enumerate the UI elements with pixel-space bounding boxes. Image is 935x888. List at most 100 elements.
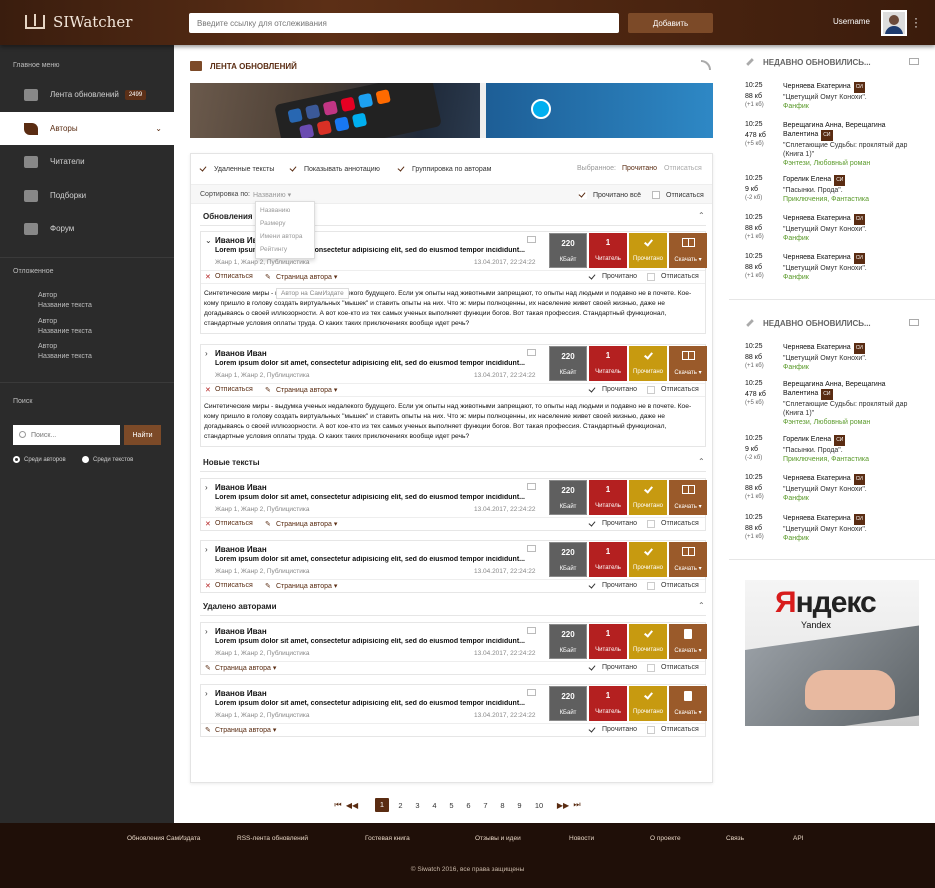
read-checkbox[interactable] bbox=[589, 273, 596, 280]
author-page-link[interactable]: Страница автора ▾ bbox=[276, 386, 337, 394]
card-text-title[interactable]: Lorem ipsum dolor sit amet, consectetur … bbox=[215, 494, 545, 501]
option-deleted[interactable]: Удаленные тексты bbox=[200, 165, 274, 173]
add-button[interactable]: Добавить bbox=[628, 13, 713, 33]
selected-unsub-link[interactable]: Отписаться bbox=[664, 165, 702, 172]
sort-option[interactable]: Рейтингу bbox=[256, 243, 314, 256]
share-icon[interactable] bbox=[527, 349, 536, 356]
card-text-title[interactable]: Lorem ipsum dolor sit amet, consectetur … bbox=[215, 700, 545, 707]
entry-title[interactable]: "Сплетающие Судьбы: проклятый дар (Книга… bbox=[783, 400, 923, 418]
download-tile[interactable]: Скачать ▾ bbox=[669, 686, 707, 721]
entry-title[interactable]: "Цветущий Омут Конохи". bbox=[783, 264, 923, 273]
close-icon[interactable]: ✕ bbox=[205, 520, 211, 528]
reader-tile[interactable]: 1 Читатель bbox=[589, 542, 627, 577]
chevron-down-icon[interactable]: ⌄ bbox=[205, 236, 212, 245]
chevron-right-icon[interactable]: › bbox=[205, 627, 208, 636]
card-author[interactable]: Иванов Иван bbox=[215, 483, 267, 492]
option-group[interactable]: Группировка по авторам bbox=[398, 165, 491, 173]
page-button[interactable]: 4 bbox=[426, 801, 443, 810]
card-text-title[interactable]: Lorem ipsum dolor sit amet, consectetur … bbox=[215, 360, 545, 367]
page-button[interactable]: 7 bbox=[477, 801, 494, 810]
deferred-item[interactable]: Автор Название текста bbox=[38, 317, 92, 337]
download-tile[interactable]: Скачать ▾ bbox=[669, 542, 707, 577]
sidebar-item-collections[interactable]: Подборки bbox=[0, 179, 174, 212]
read-all-option[interactable]: Прочитано всё bbox=[579, 191, 641, 199]
share-icon[interactable] bbox=[909, 319, 919, 326]
read-checkbox[interactable] bbox=[589, 726, 596, 733]
entry-author[interactable]: Черняева Екатерина bbox=[783, 344, 851, 351]
chevron-up-icon[interactable]: ⌃ bbox=[698, 601, 705, 610]
sidebar-search-input[interactable] bbox=[13, 425, 120, 445]
card-author[interactable]: Иванов Иван bbox=[215, 627, 267, 636]
footer-link[interactable]: О проекте bbox=[650, 835, 681, 842]
sidebar-item-authors[interactable]: Авторы ⌄ bbox=[0, 112, 174, 145]
unsubscribe-checkbox[interactable] bbox=[647, 273, 655, 281]
chevron-right-icon[interactable]: › bbox=[205, 545, 208, 554]
download-tile[interactable]: Скачать ▾ bbox=[669, 346, 707, 381]
page-button[interactable]: 9 bbox=[511, 801, 528, 810]
last-page-icon[interactable]: ⏭ bbox=[570, 800, 584, 810]
entry-author[interactable]: Горелик Елена bbox=[783, 436, 831, 443]
entry-title[interactable]: "Цветущий Омут Конохи". bbox=[783, 225, 923, 234]
reader-tile[interactable]: 1 Читатель bbox=[589, 624, 627, 659]
author-page-link[interactable]: Страница автора ▾ bbox=[276, 520, 337, 528]
card-author[interactable]: Иванов Иван bbox=[215, 689, 267, 698]
share-icon[interactable] bbox=[527, 545, 536, 552]
footer-link[interactable]: Связь bbox=[726, 835, 744, 842]
entry-title[interactable]: "Цветущий Омут Конохи". bbox=[783, 525, 923, 534]
page-button[interactable]: 2 bbox=[392, 801, 409, 810]
chevron-right-icon[interactable]: › bbox=[205, 689, 208, 698]
author-page-link[interactable]: Страница автора ▾ bbox=[215, 664, 276, 672]
entry-title[interactable]: "Цветущий Омут Конохи". bbox=[783, 485, 923, 494]
read-checkbox[interactable] bbox=[589, 520, 596, 527]
share-icon[interactable] bbox=[909, 58, 919, 65]
more-menu-icon[interactable]: · · · bbox=[914, 12, 918, 32]
mark-read-tile[interactable]: Прочитано bbox=[629, 542, 667, 577]
chevron-up-icon[interactable]: ⌃ bbox=[698, 211, 705, 220]
entry-title[interactable]: "Сплетающие Судьбы: проклятый дар (Книга… bbox=[783, 141, 923, 159]
entry-author[interactable]: Верещагина Анна, Верещагина Валентина bbox=[783, 122, 886, 138]
reader-tile[interactable]: 1 Читатель bbox=[589, 233, 627, 268]
mark-read-tile[interactable]: Прочитано bbox=[629, 686, 667, 721]
mark-read-tile[interactable]: Прочитано bbox=[629, 233, 667, 268]
username[interactable]: Username bbox=[833, 17, 870, 26]
entry-author[interactable]: Черняева Екатерина bbox=[783, 254, 851, 261]
footer-link[interactable]: API bbox=[793, 835, 803, 842]
reader-tile[interactable]: 1 Читатель bbox=[589, 480, 627, 515]
share-icon[interactable] bbox=[527, 236, 536, 243]
footer-link[interactable]: Новости bbox=[569, 835, 594, 842]
selected-read-link[interactable]: Прочитано bbox=[622, 165, 657, 172]
sidebar-item-forum[interactable]: Форум bbox=[0, 212, 174, 245]
page-button-current[interactable]: 1 bbox=[375, 798, 389, 812]
author-page-link[interactable]: Страница автора ▾ bbox=[276, 273, 337, 281]
page-button[interactable]: 3 bbox=[409, 801, 426, 810]
unsubscribe-link[interactable]: Отписаться bbox=[215, 273, 253, 280]
share-icon[interactable] bbox=[527, 689, 536, 696]
footer-link[interactable]: Гостевая книга bbox=[365, 835, 410, 842]
radio-texts[interactable]: Среди текстов bbox=[82, 456, 133, 463]
close-icon[interactable]: ✕ bbox=[205, 386, 211, 394]
entry-author[interactable]: Горелик Елена bbox=[783, 176, 831, 183]
entry-title[interactable]: "Цветущий Омут Конохи". bbox=[783, 354, 923, 363]
page-button[interactable]: 8 bbox=[494, 801, 511, 810]
yandex-ad-banner[interactable]: Яндекс Yandex bbox=[745, 580, 919, 726]
mark-read-tile[interactable]: Прочитано bbox=[629, 346, 667, 381]
read-checkbox[interactable] bbox=[589, 582, 596, 589]
reader-tile[interactable]: 1 Читатель bbox=[589, 346, 627, 381]
next-page-icon[interactable]: ▶▶ bbox=[556, 801, 570, 810]
card-author[interactable]: Иванов Иван bbox=[215, 545, 267, 554]
card-text-title[interactable]: Lorem ipsum dolor sit amet, consectetur … bbox=[215, 556, 545, 563]
chevron-right-icon[interactable]: › bbox=[205, 483, 208, 492]
unsubscribe-checkbox[interactable] bbox=[647, 520, 655, 528]
footer-link[interactable]: Отзывы и идеи bbox=[475, 835, 521, 842]
sort-select[interactable]: Названию ▾ bbox=[253, 191, 291, 199]
entry-title[interactable]: "Пасынки. Прода". bbox=[783, 186, 923, 195]
unsubscribe-checkbox[interactable] bbox=[647, 582, 655, 590]
close-icon[interactable]: ✕ bbox=[205, 582, 211, 590]
deferred-item[interactable]: Автор Название текста bbox=[38, 342, 92, 362]
entry-author[interactable]: Черняева Екатерина bbox=[783, 515, 851, 522]
unsubscribe-checkbox[interactable] bbox=[647, 726, 655, 734]
reader-tile[interactable]: 1 Читатель bbox=[589, 686, 627, 721]
sort-option[interactable]: Размеру bbox=[256, 217, 314, 230]
chevron-right-icon[interactable]: › bbox=[205, 349, 208, 358]
tracking-url-input[interactable] bbox=[189, 13, 619, 33]
